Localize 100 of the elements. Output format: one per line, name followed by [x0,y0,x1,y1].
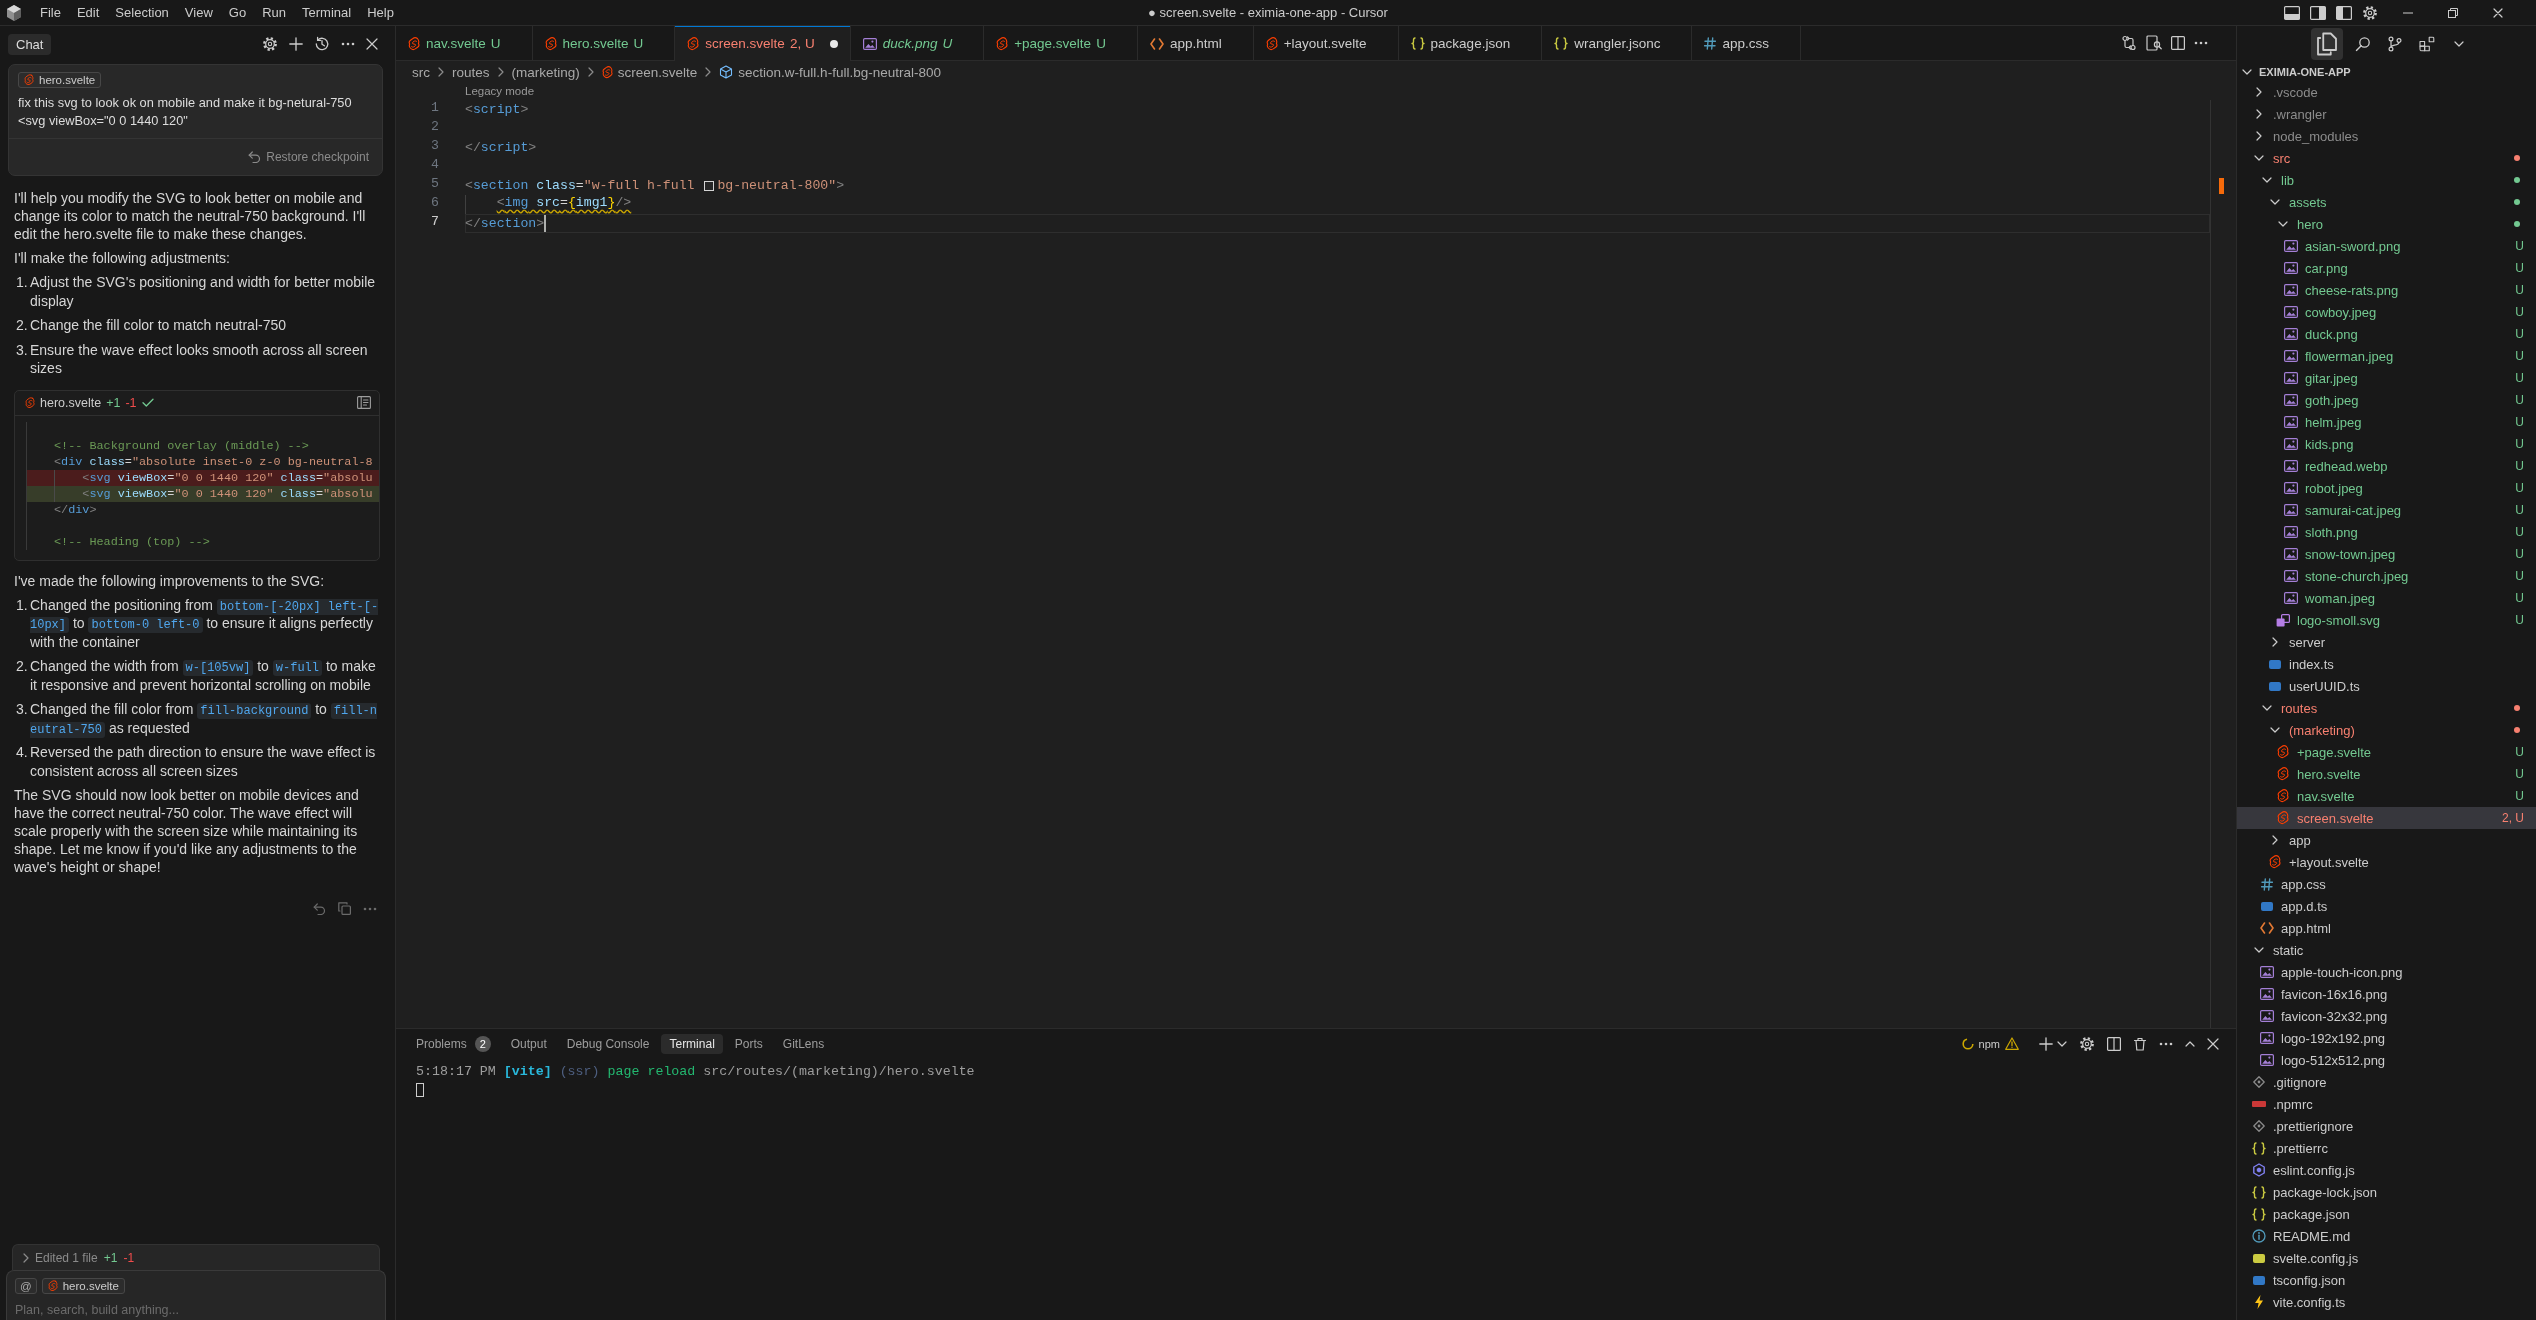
editor-tab[interactable]: app.html [1137,26,1254,61]
tree-item[interactable]: routes [2237,697,2536,719]
tree-item[interactable]: lib [2237,169,2536,191]
tree-item[interactable]: eslint.config.js [2237,1159,2536,1181]
open-file-icon[interactable] [357,396,371,409]
chevron-down-icon[interactable] [2453,41,2464,47]
breadcrumb-item[interactable]: src [412,64,430,80]
editor-tab[interactable]: duck.png U [850,26,985,61]
close-icon[interactable] [366,38,378,50]
extensions-icon[interactable] [2418,36,2435,52]
tree-item[interactable]: index.ts [2237,653,2536,675]
tree-item[interactable]: goth.jpeg U [2237,389,2536,411]
tree-item[interactable]: helm.jpeg U [2237,411,2536,433]
undo-icon[interactable] [248,151,262,163]
breadcrumb-item[interactable]: (marketing) [511,64,580,80]
settings-icon[interactable] [2079,1035,2095,1052]
tree-item[interactable]: car.png U [2237,257,2536,279]
sidebar-toggle-icon[interactable] [2336,5,2352,20]
tree-item[interactable]: app.d.ts [2237,895,2536,917]
codelens-link[interactable]: Legacy mode [465,85,535,97]
file-chip[interactable]: hero.svelte [18,72,102,88]
preview-icon[interactable] [2146,35,2162,51]
tree-item[interactable]: stone-church.jpeg U [2237,565,2536,587]
close-icon[interactable] [2493,7,2503,18]
tree-item[interactable]: woman.jpeg U [2237,587,2536,609]
editor-tab[interactable]: nav.svelte U [396,26,533,61]
panel-tab[interactable]: Terminal [661,1033,723,1054]
trash-icon[interactable] [2133,1036,2147,1051]
editor-tab[interactable]: app.css [1692,26,1801,61]
chevron-up-icon[interactable] [2185,1040,2195,1047]
plus-icon[interactable] [2039,1036,2053,1051]
tree-item[interactable]: hero.svelte U [2237,763,2536,785]
settings-icon[interactable] [2362,4,2378,21]
tree-item[interactable]: vite.config.ts [2237,1291,2536,1313]
tree-item[interactable]: server [2237,631,2536,653]
history-icon[interactable] [314,36,330,52]
restore-icon[interactable] [2448,7,2458,18]
editor-tab[interactable]: +layout.svelte [1253,26,1399,61]
tree-item[interactable]: .gitignore [2237,1071,2536,1093]
file-chip[interactable]: hero.svelte [41,1278,125,1294]
tree-item[interactable]: app [2237,829,2536,851]
minimize-icon[interactable] [2403,11,2413,14]
menu-item[interactable]: Edit [68,2,108,23]
tree-item[interactable]: duck.png U [2237,323,2536,345]
compare-icon[interactable] [2121,35,2137,51]
panel-tab[interactable]: Ports [726,1033,771,1054]
tree-item[interactable]: apple-touch-icon.png [2237,961,2536,983]
chat-tab[interactable]: Chat [8,33,52,55]
tree-item[interactable]: hero [2237,213,2536,235]
tree-item[interactable]: .prettierrc [2237,1137,2536,1159]
tree-item[interactable]: +layout.svelte [2237,851,2536,873]
tree-item[interactable]: samurai-cat.jpeg U [2237,499,2536,521]
tree-item[interactable]: cowboy.jpeg U [2237,301,2536,323]
split-editor-icon[interactable] [2171,36,2185,50]
tree-item[interactable]: logo-192x192.png [2237,1027,2536,1049]
edited-files-bar[interactable]: Edited 1 file +1 -1 [12,1244,380,1270]
settings-icon[interactable] [262,36,278,52]
close-icon[interactable] [2207,1037,2219,1050]
tree-item[interactable]: flowerman.jpeg U [2237,345,2536,367]
project-header[interactable]: EXIMIA-ONE-APP [2237,62,2536,81]
more-icon[interactable] [2159,1041,2173,1046]
search-icon[interactable] [2354,36,2371,52]
chevron-down-icon[interactable] [2057,1040,2067,1047]
tree-item[interactable]: redhead.webp U [2237,455,2536,477]
tree-item[interactable]: robot.jpeg U [2237,477,2536,499]
panel-tab[interactable]: Output [502,1033,555,1054]
breadcrumb-item[interactable]: routes [452,64,490,80]
restore-checkpoint-link[interactable]: Restore checkpoint [248,150,369,164]
editor-tab[interactable]: package.json [1398,26,1543,61]
breadcrumb-item[interactable]: section.w-full.h-full.bg-neutral-800 [719,64,941,80]
tree-item[interactable]: favicon-32x32.png [2237,1005,2536,1027]
tree-item[interactable]: snow-town.jpeg U [2237,543,2536,565]
menu-item[interactable]: Help [359,2,402,23]
tree-item[interactable]: nav.svelte U [2237,785,2536,807]
tree-item[interactable]: logo-512x512.png [2237,1049,2536,1071]
copy-icon[interactable] [338,902,351,915]
tree-item[interactable]: README.md [2237,1225,2536,1247]
panel-toggle-icon[interactable] [2284,5,2300,20]
tree-item[interactable]: src [2237,147,2536,169]
menu-item[interactable]: Terminal [294,2,360,23]
breadcrumb-item[interactable]: screen.svelte [601,64,698,80]
files-icon[interactable] [2310,28,2343,60]
editor-tab[interactable]: wrangler.jsonc [1542,26,1693,61]
tree-item[interactable]: package-lock.json [2237,1181,2536,1203]
menu-item[interactable]: View [176,2,221,23]
tree-item[interactable]: logo-smoll.svg U [2237,609,2536,631]
terminal-task[interactable]: npm [1961,1037,2019,1050]
branch-icon[interactable] [2386,36,2403,52]
panel-tab[interactable]: GitLens [774,1033,833,1054]
split-panel-icon[interactable] [2107,1036,2121,1051]
tree-item[interactable]: sloth.png U [2237,521,2536,543]
tree-item[interactable]: .prettierignore [2237,1115,2536,1137]
plus-icon[interactable] [289,37,303,51]
menu-item[interactable]: File [32,2,69,23]
tree-item[interactable]: static [2237,939,2536,961]
tree-item[interactable]: favicon-16x16.png [2237,983,2536,1005]
tree-item[interactable]: .npmrc [2237,1093,2536,1115]
tree-item[interactable]: .vscode [2237,81,2536,103]
tree-item[interactable]: screen.svelte 2, U [2237,807,2536,829]
panel-tab[interactable]: Problems 2 [408,1032,499,1055]
